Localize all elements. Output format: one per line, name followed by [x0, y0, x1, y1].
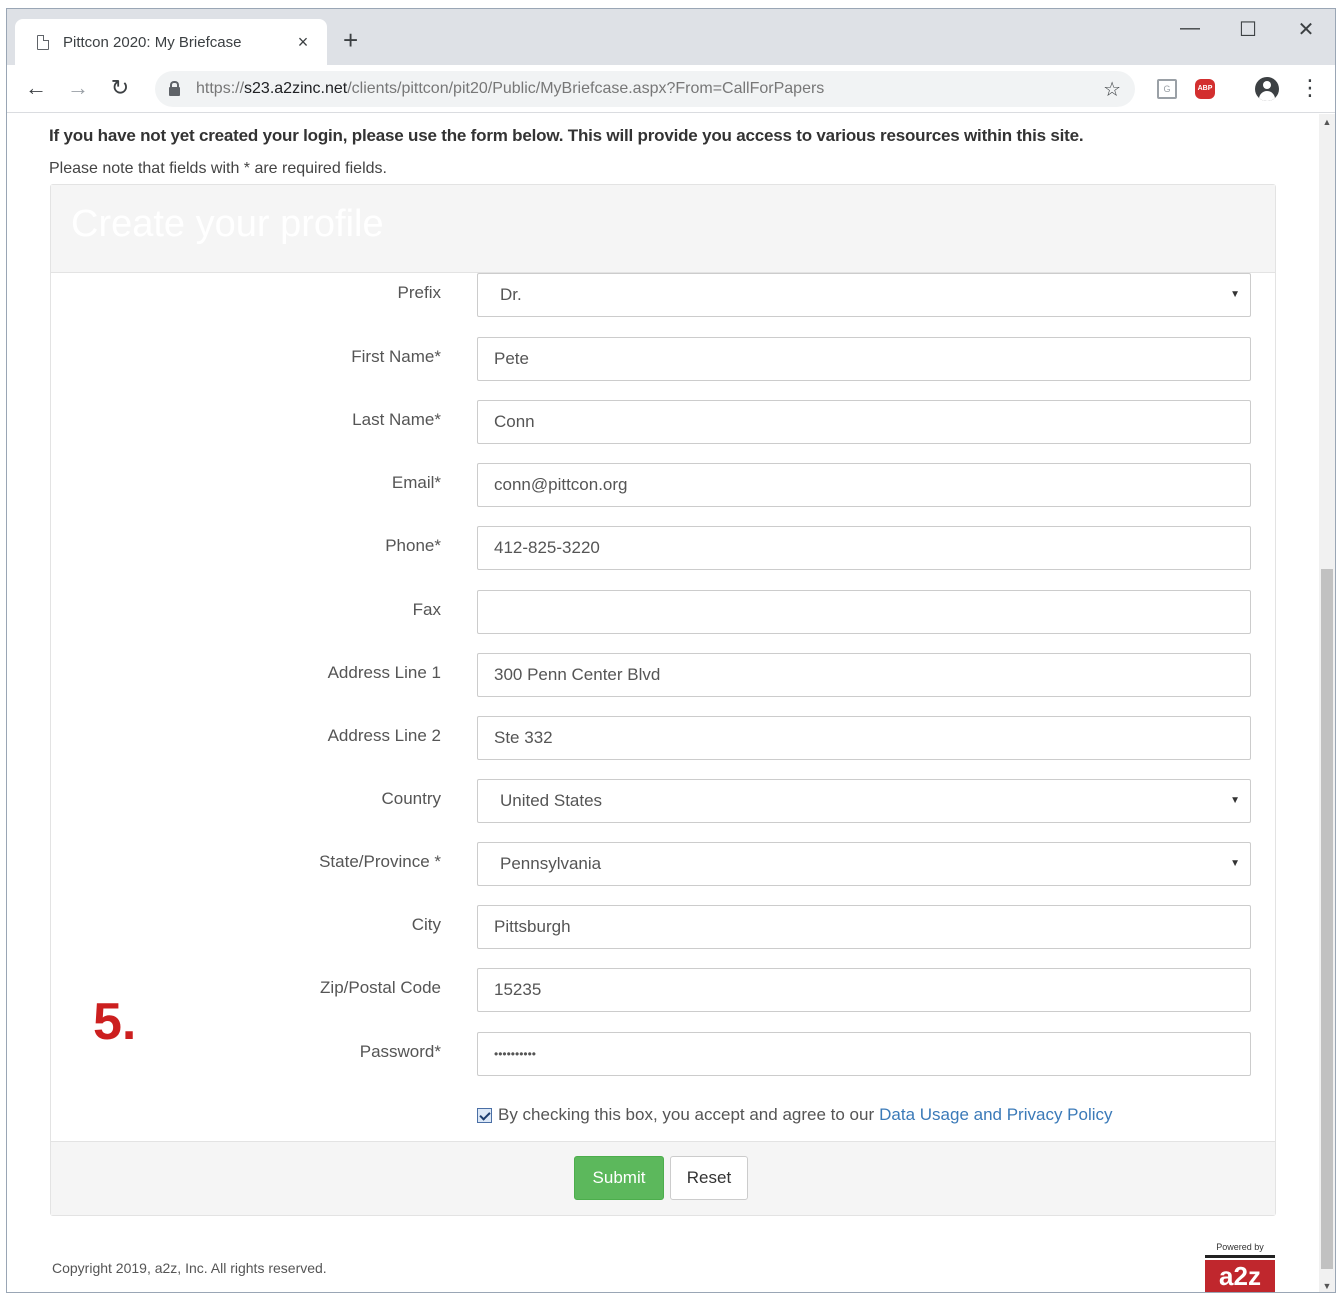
address1-row: Address Line 1 300 Penn Center Blvd: [51, 653, 1275, 697]
powered-by-logo[interactable]: Powered by a2z: [1205, 1242, 1275, 1292]
url-scheme: https://: [196, 80, 245, 97]
country-value: United States: [500, 791, 603, 810]
address2-label: Address Line 2: [327, 726, 441, 745]
consent-text: By checking this box, you accept and agr…: [498, 1105, 875, 1124]
state-label: State/Province *: [319, 852, 441, 871]
email-input[interactable]: conn@pittcon.org: [477, 463, 1251, 507]
url-text: https://s23.a2zinc.net/clients/pittcon/p…: [196, 80, 1103, 98]
panel-heading: Create your profile: [51, 185, 1275, 273]
country-row: Country United States ▼: [51, 779, 1275, 823]
first-name-row: First Name* Pete: [51, 337, 1275, 381]
minimize-icon[interactable]: —: [1175, 17, 1205, 40]
submit-button[interactable]: Submit: [574, 1156, 664, 1200]
phone-input[interactable]: 412-825-3220: [477, 526, 1251, 570]
state-row: State/Province * Pennsylvania ▼: [51, 842, 1275, 886]
phone-row: Phone* 412-825-3220: [51, 526, 1275, 570]
consent-row: By checking this box, you accept and agr…: [477, 1105, 1113, 1125]
back-icon[interactable]: ←: [23, 75, 49, 101]
scroll-down-icon[interactable]: ▼: [1319, 1278, 1335, 1292]
state-select[interactable]: Pennsylvania ▼: [477, 842, 1251, 886]
tab-close-icon[interactable]: ×: [293, 32, 313, 53]
phone-label: Phone*: [385, 536, 441, 555]
last-name-input[interactable]: Conn: [477, 400, 1251, 444]
url-path: /clients/pittcon/pit20/Public/MyBriefcas…: [347, 80, 825, 97]
zip-row: Zip/Postal Code 15235: [51, 968, 1275, 1012]
scroll-up-icon[interactable]: ▲: [1319, 114, 1335, 130]
caret-down-icon: ▼: [1230, 795, 1240, 806]
country-label: Country: [381, 789, 441, 808]
browser-window: Pittcon 2020: My Briefcase × + — ☐ ✕ ← →…: [6, 8, 1336, 1293]
browser-toolbar: ← → ↻ https://s23.a2zinc.net/clients/pit…: [7, 65, 1335, 113]
password-input[interactable]: ••••••••••: [477, 1032, 1251, 1076]
address2-input[interactable]: Ste 332: [477, 716, 1251, 760]
new-tab-icon[interactable]: +: [343, 27, 358, 53]
browser-tab[interactable]: Pittcon 2020: My Briefcase ×: [15, 19, 327, 65]
url-host: s23.a2zinc.net: [244, 80, 348, 97]
address-bar[interactable]: https://s23.a2zinc.net/clients/pittcon/p…: [155, 71, 1135, 107]
intro-text: If you have not yet created your login, …: [49, 126, 1084, 145]
required-note: Please note that fields with * are requi…: [49, 160, 387, 177]
state-value: Pennsylvania: [500, 854, 602, 873]
city-input[interactable]: Pittsburgh: [477, 905, 1251, 949]
privacy-policy-link[interactable]: Data Usage and Privacy Policy: [879, 1105, 1112, 1125]
adblock-icon[interactable]: ABP: [1195, 79, 1215, 99]
fax-input[interactable]: [477, 590, 1251, 634]
profile-icon[interactable]: [1255, 77, 1279, 101]
reload-icon[interactable]: ↻: [107, 75, 133, 101]
extension-icon[interactable]: G: [1157, 79, 1177, 99]
powered-by-text: Powered by: [1205, 1242, 1275, 1258]
country-select[interactable]: United States ▼: [477, 779, 1251, 823]
panel-title: Create your profile: [71, 203, 384, 245]
fax-row: Fax: [51, 590, 1275, 634]
vertical-scrollbar[interactable]: ▲ ▼: [1319, 114, 1335, 1292]
password-row: Password* ••••••••••: [51, 1032, 1275, 1076]
password-label: Password*: [359, 1042, 441, 1061]
close-window-icon[interactable]: ✕: [1291, 17, 1321, 42]
scroll-thumb[interactable]: [1321, 569, 1333, 1269]
email-row: Email* conn@pittcon.org: [51, 463, 1275, 507]
last-name-row: Last Name* Conn: [51, 400, 1275, 444]
city-label: City: [411, 915, 441, 934]
address1-input[interactable]: 300 Penn Center Blvd: [477, 653, 1251, 697]
city-row: City Pittsburgh: [51, 905, 1275, 949]
email-label: Email*: [391, 473, 441, 492]
browser-menu-icon[interactable]: ⋮: [1299, 77, 1321, 99]
panel-footer: Submit Reset: [51, 1141, 1275, 1215]
profile-panel: Create your profile Prefix Dr. ▼ First Na…: [50, 184, 1276, 1216]
prefix-label: Prefix: [397, 283, 441, 302]
prefix-row: Prefix Dr. ▼: [51, 273, 1275, 317]
a2z-logo: a2z: [1205, 1260, 1275, 1292]
first-name-input[interactable]: Pete: [477, 337, 1251, 381]
prefix-value: Dr.: [500, 285, 522, 304]
prefix-select[interactable]: Dr. ▼: [477, 273, 1251, 317]
address2-row: Address Line 2 Ste 332: [51, 716, 1275, 760]
fax-label: Fax: [412, 600, 441, 619]
tab-strip: Pittcon 2020: My Briefcase × + — ☐ ✕: [7, 9, 1335, 65]
copyright-text: Copyright 2019, a2z, Inc. All rights res…: [52, 1260, 327, 1276]
bookmark-star-icon[interactable]: ☆: [1103, 77, 1121, 102]
consent-checkbox[interactable]: [477, 1107, 492, 1123]
caret-down-icon: ▼: [1230, 289, 1240, 300]
lock-icon: [169, 80, 180, 96]
forward-icon[interactable]: →: [65, 75, 91, 101]
last-name-label: Last Name*: [352, 410, 441, 429]
tab-title: Pittcon 2020: My Briefcase: [63, 33, 242, 51]
page-content: If you have not yet created your login, …: [7, 114, 1319, 1292]
first-name-label: First Name*: [351, 347, 441, 366]
reset-button[interactable]: Reset: [670, 1156, 748, 1200]
page-icon: [37, 34, 49, 50]
address1-label: Address Line 1: [327, 663, 441, 682]
zip-input[interactable]: 15235: [477, 968, 1251, 1012]
maximize-icon[interactable]: ☐: [1233, 17, 1263, 42]
step-marker: 5.: [93, 993, 137, 1051]
zip-label: Zip/Postal Code: [320, 978, 441, 997]
caret-down-icon: ▼: [1230, 858, 1240, 869]
